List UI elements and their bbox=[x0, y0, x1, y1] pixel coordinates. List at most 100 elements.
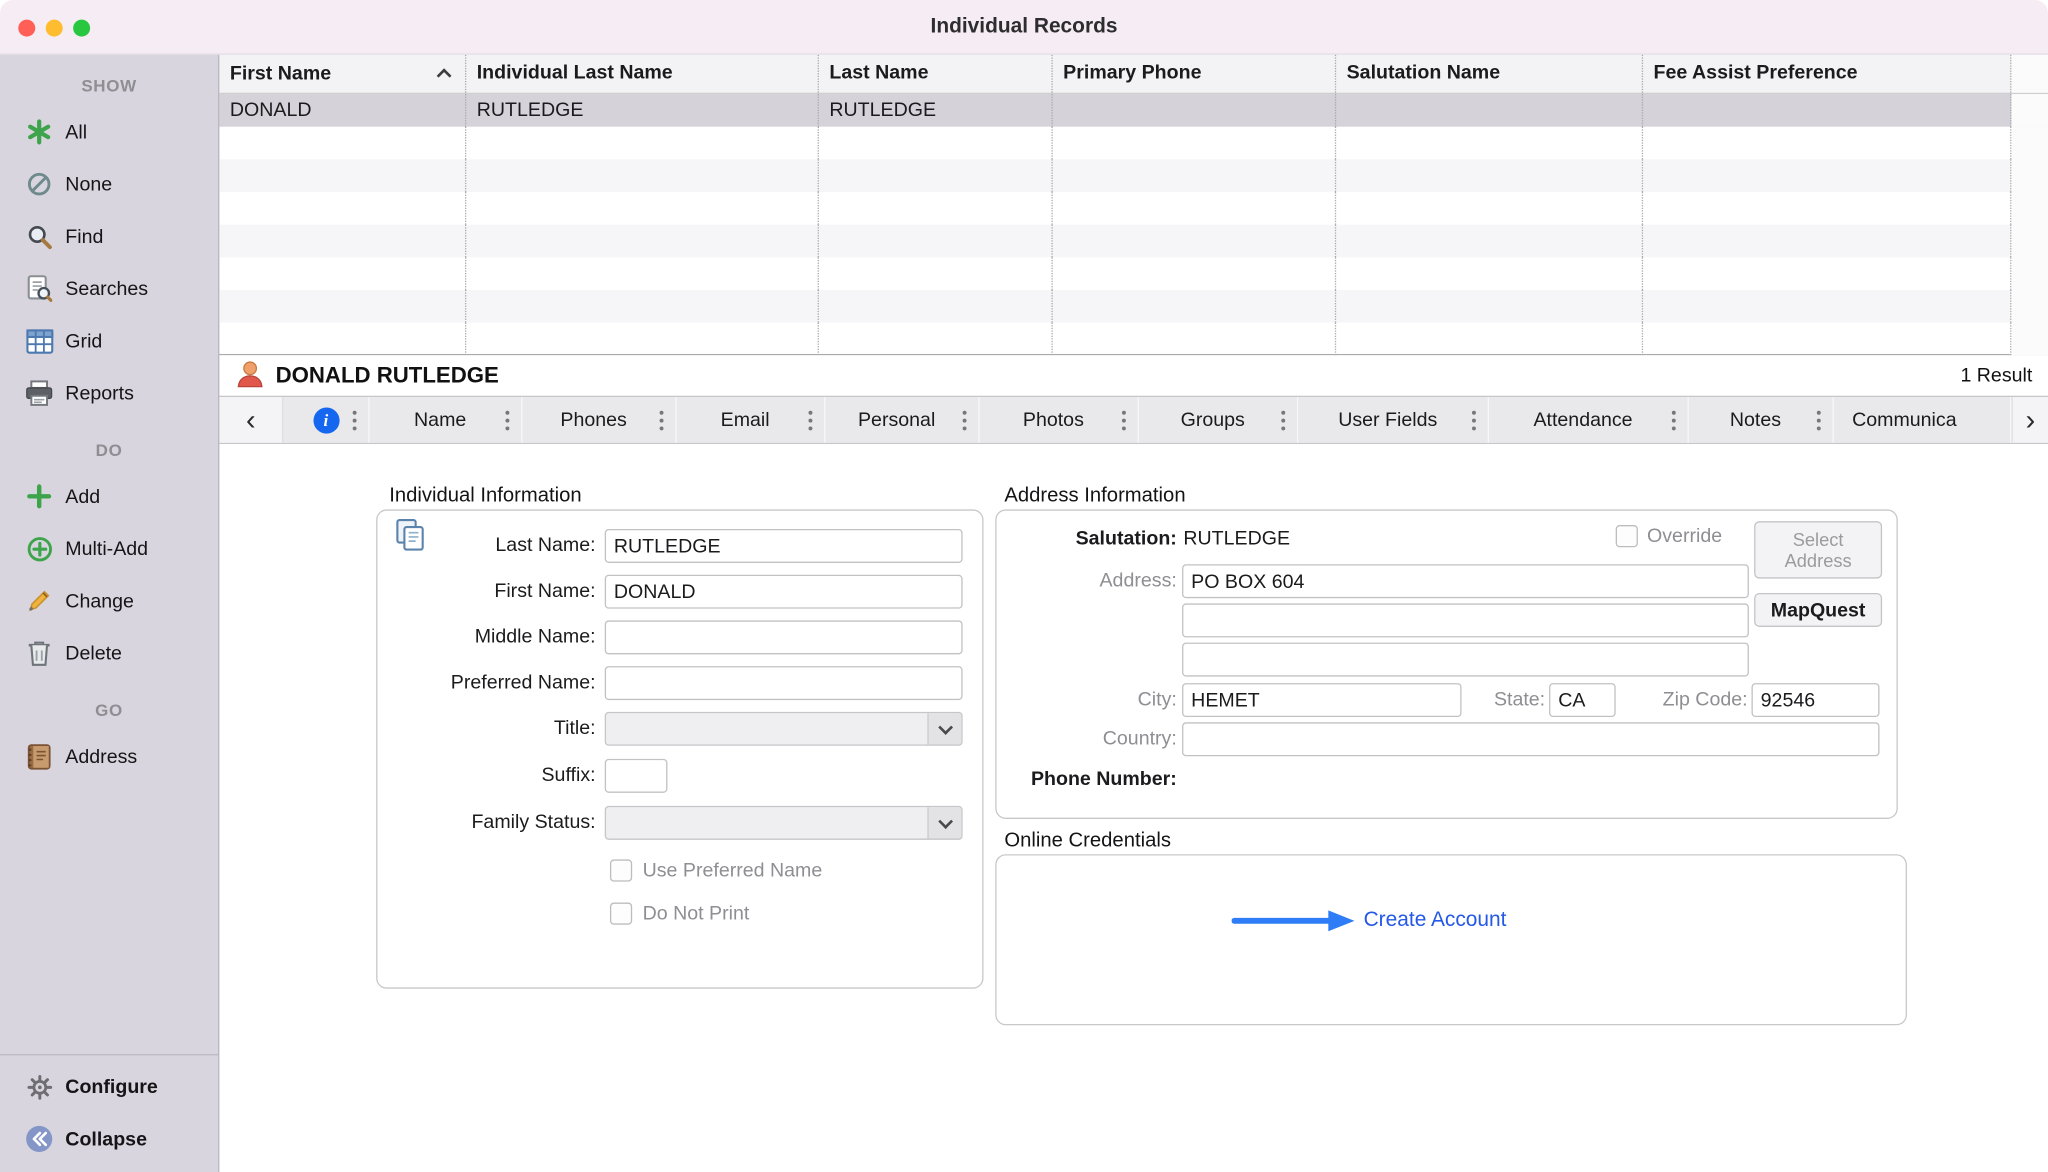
sidebar-item-delete[interactable]: Delete bbox=[0, 627, 218, 679]
close-button[interactable] bbox=[18, 20, 35, 37]
tabs-scroll-right-button[interactable]: › bbox=[2011, 397, 2048, 443]
tab-options-dots[interactable] bbox=[1672, 418, 1676, 422]
tab-notes[interactable]: Notes bbox=[1689, 397, 1834, 443]
tab-email[interactable]: Email bbox=[677, 397, 826, 443]
salutation-label: Salutation: bbox=[997, 526, 1177, 552]
use-preferred-name-checkbox[interactable] bbox=[610, 859, 632, 881]
sidebar-item-configure[interactable]: Configure bbox=[0, 1061, 218, 1113]
sidebar-item-find[interactable]: Find bbox=[0, 210, 218, 262]
sidebar-item-collapse[interactable]: Collapse bbox=[0, 1113, 218, 1165]
tab-personal[interactable]: Personal bbox=[825, 397, 979, 443]
sidebar-item-multi-add[interactable]: Multi-Add bbox=[0, 522, 218, 574]
sidebar-item-label: Address bbox=[65, 745, 137, 767]
tab-options-dots[interactable] bbox=[808, 418, 812, 422]
country-input[interactable] bbox=[1182, 722, 1879, 756]
table-row-selected[interactable]: DONALD RUTLEDGE RUTLEDGE bbox=[219, 94, 2048, 127]
tab-user-fields[interactable]: User Fields bbox=[1298, 397, 1489, 443]
column-header-first-name[interactable]: First Name bbox=[219, 55, 466, 93]
select-address-button[interactable]: Select Address bbox=[1754, 521, 1882, 578]
table-row-empty bbox=[219, 192, 2048, 225]
tab-options-dots[interactable] bbox=[353, 418, 357, 422]
middle-name-input[interactable] bbox=[605, 620, 963, 654]
sidebar-item-address[interactable]: Address bbox=[0, 730, 218, 782]
first-name-input[interactable] bbox=[605, 575, 963, 609]
sidebar-item-label: Searches bbox=[65, 278, 148, 300]
state-label: State: bbox=[1467, 683, 1545, 717]
do-not-print-checkbox[interactable] bbox=[610, 903, 632, 925]
tab-photos[interactable]: Photos bbox=[980, 397, 1139, 443]
sidebar: SHOW All None Find Searches Grid Reports… bbox=[0, 55, 219, 1172]
sidebar-footer: Configure Collapse bbox=[0, 1054, 218, 1172]
grid-icon bbox=[22, 324, 56, 358]
tab-label: Phones bbox=[553, 409, 646, 431]
printer-icon bbox=[22, 376, 56, 410]
tab-attendance[interactable]: Attendance bbox=[1489, 397, 1689, 443]
tab-info[interactable]: i bbox=[283, 397, 369, 443]
first-name-label: First Name: bbox=[391, 575, 596, 609]
column-header-last-name[interactable]: Last Name bbox=[819, 55, 1053, 93]
sidebar-item-grid[interactable]: Grid bbox=[0, 315, 218, 367]
sidebar-item-label: Reports bbox=[65, 382, 134, 404]
sidebar-item-change[interactable]: Change bbox=[0, 575, 218, 627]
minimize-button[interactable] bbox=[46, 20, 63, 37]
address-line3-input[interactable] bbox=[1182, 643, 1749, 677]
tabs-scroll-left-button[interactable]: ‹ bbox=[219, 397, 283, 443]
tab-label: Groups bbox=[1173, 409, 1263, 431]
address-label: Address: bbox=[997, 564, 1177, 598]
suffix-input[interactable] bbox=[605, 759, 668, 793]
suffix-label: Suffix: bbox=[391, 759, 596, 793]
sidebar-item-label: Add bbox=[65, 485, 100, 507]
column-header-individual-last-name[interactable]: Individual Last Name bbox=[466, 55, 819, 93]
tab-options-dots[interactable] bbox=[505, 418, 509, 422]
sidebar-section-do: DO bbox=[0, 419, 218, 470]
table-row-empty bbox=[219, 257, 2048, 290]
override-checkbox[interactable] bbox=[1616, 525, 1638, 547]
tab-label: Personal bbox=[850, 409, 953, 431]
tab-phones[interactable]: Phones bbox=[522, 397, 676, 443]
column-header-primary-phone[interactable]: Primary Phone bbox=[1053, 55, 1336, 93]
column-header-salutation-name[interactable]: Salutation Name bbox=[1336, 55, 1643, 93]
address-book-icon bbox=[22, 739, 56, 773]
tab-name[interactable]: Name bbox=[370, 397, 523, 443]
tab-communications[interactable]: Communica bbox=[1834, 397, 2012, 443]
tab-options-dots[interactable] bbox=[1472, 418, 1476, 422]
sidebar-item-label: Collapse bbox=[65, 1128, 147, 1150]
tab-groups[interactable]: Groups bbox=[1139, 397, 1298, 443]
last-name-input[interactable] bbox=[605, 529, 963, 563]
tab-options-dots[interactable] bbox=[1817, 418, 1821, 422]
chevron-right-icon: › bbox=[2026, 406, 2036, 435]
address-information-title: Address Information bbox=[1004, 485, 1185, 509]
mapquest-button[interactable]: MapQuest bbox=[1754, 593, 1882, 627]
tab-options-dots[interactable] bbox=[963, 418, 967, 422]
create-account-link[interactable]: Create Account bbox=[1364, 908, 1507, 934]
column-header-fee-assist-preference[interactable]: Fee Assist Preference bbox=[1643, 55, 2011, 93]
address-line2-input[interactable] bbox=[1182, 603, 1749, 637]
gear-icon bbox=[22, 1070, 56, 1104]
state-input[interactable] bbox=[1549, 683, 1616, 717]
sidebar-item-add[interactable]: Add bbox=[0, 470, 218, 522]
search-icon bbox=[22, 219, 56, 253]
title-dropdown[interactable] bbox=[605, 712, 963, 746]
city-input[interactable] bbox=[1182, 683, 1462, 717]
address-line1-input[interactable] bbox=[1182, 564, 1749, 598]
sidebar-item-none[interactable]: None bbox=[0, 158, 218, 210]
sidebar-item-searches[interactable]: Searches bbox=[0, 263, 218, 315]
sidebar-item-reports[interactable]: Reports bbox=[0, 367, 218, 419]
individual-information-title: Individual Information bbox=[389, 485, 581, 509]
zoom-button[interactable] bbox=[73, 20, 90, 37]
tab-options-dots[interactable] bbox=[1281, 418, 1285, 422]
tab-options-dots[interactable] bbox=[660, 418, 664, 422]
none-icon bbox=[22, 167, 56, 201]
preferred-name-input[interactable] bbox=[605, 666, 963, 700]
last-name-label: Last Name: bbox=[391, 529, 596, 563]
chevron-down-icon bbox=[927, 713, 961, 744]
tab-options-dots[interactable] bbox=[1122, 418, 1126, 422]
cell-salutation-name bbox=[1336, 94, 1643, 127]
family-status-label: Family Status: bbox=[391, 806, 596, 840]
family-status-dropdown[interactable] bbox=[605, 806, 963, 840]
row-gutter bbox=[2011, 94, 2048, 127]
cell-individual-last-name: RUTLEDGE bbox=[466, 94, 819, 127]
tab-label: Name bbox=[406, 409, 484, 431]
zip-code-input[interactable] bbox=[1752, 683, 1880, 717]
sidebar-item-all[interactable]: All bbox=[0, 106, 218, 158]
